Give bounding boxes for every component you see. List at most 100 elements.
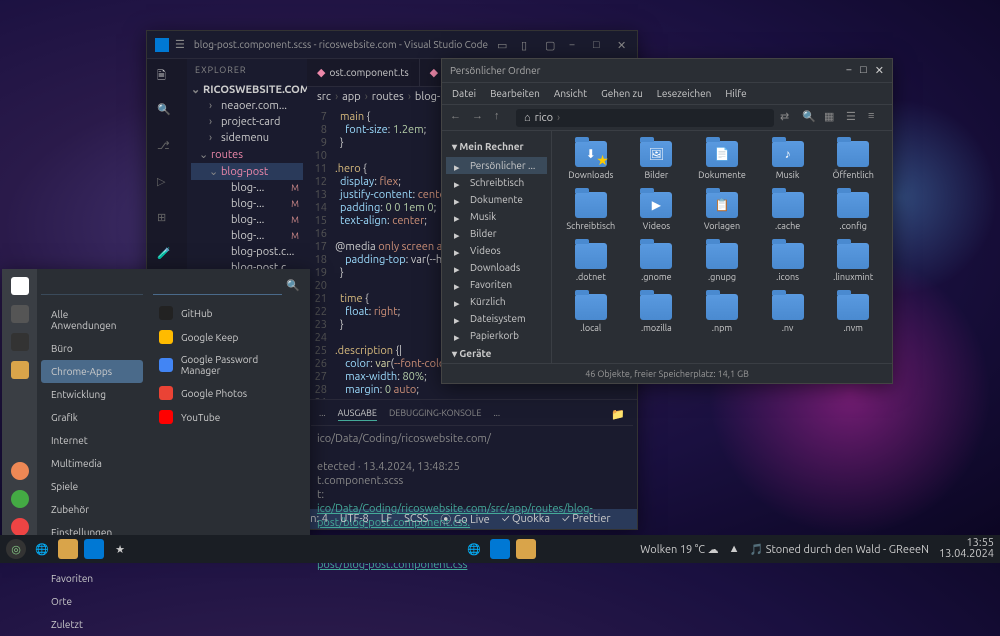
terminal-icon[interactable]: [11, 333, 29, 351]
sidebar-section[interactable]: ▾ Mein Rechner: [446, 137, 547, 157]
folder-item[interactable]: 🖼Bilder: [628, 141, 686, 180]
test-icon[interactable]: 🧪: [157, 247, 177, 267]
search-icon[interactable]: 🔍: [157, 103, 177, 123]
chrome-icon[interactable]: 🌐: [32, 539, 52, 559]
list-view-icon[interactable]: ☰: [846, 110, 862, 126]
breadcrumb-item[interactable]: app: [342, 91, 361, 103]
vscode-icon[interactable]: [84, 539, 104, 559]
folder-item[interactable]: .nvm: [824, 294, 882, 333]
folder-item[interactable]: .icons: [759, 243, 817, 282]
search-icon[interactable]: 🔍: [802, 110, 818, 126]
terminal-tab[interactable]: DEBUGGING-KONSOLE: [389, 408, 482, 421]
go-live[interactable]: ⦿ Go Live: [440, 511, 489, 527]
folder-item[interactable]: Schreibtisch: [562, 192, 620, 231]
mint-menu-icon[interactable]: ◎: [6, 539, 26, 559]
sidebar-section[interactable]: ▾ Geräte: [446, 344, 547, 363]
debug-icon[interactable]: ▷: [157, 175, 177, 195]
sidebar-item[interactable]: ▸Kürzlich: [446, 293, 547, 310]
tree-item[interactable]: blog-...M: [191, 196, 303, 212]
tray-icon[interactable]: ▲: [729, 543, 740, 555]
tree-item[interactable]: blog-...M: [191, 212, 303, 228]
category-item[interactable]: Orte: [41, 590, 143, 613]
sidebar-item[interactable]: ▸Persönlicher ...: [446, 157, 547, 174]
maximize-icon[interactable]: □: [593, 39, 605, 51]
prettier[interactable]: ✓ Prettier: [562, 513, 611, 525]
app-item[interactable]: Google Photos: [153, 381, 304, 405]
terminal-tab[interactable]: ...: [319, 408, 326, 421]
folder-item[interactable]: 📄Dokumente: [693, 141, 751, 180]
tree-item[interactable]: blog-...M: [191, 180, 303, 196]
toggle-icon[interactable]: ⇄: [780, 110, 796, 126]
menu-item[interactable]: Bearbeiten: [490, 88, 540, 99]
search-icon[interactable]: 🔍: [282, 279, 304, 292]
app-item[interactable]: Google Keep: [153, 325, 304, 349]
terminal-tab[interactable]: ...: [493, 408, 500, 421]
forward-icon[interactable]: →: [472, 110, 488, 126]
lock-icon[interactable]: [11, 462, 29, 480]
category-item[interactable]: Chrome-Apps: [41, 360, 143, 383]
encoding[interactable]: UTF-8: [340, 513, 369, 525]
layout-icon[interactable]: ▭: [497, 39, 509, 51]
tree-item[interactable]: blog-post.c...: [191, 244, 303, 260]
hamburger-icon[interactable]: ☰: [175, 38, 185, 51]
breadcrumb-item[interactable]: routes: [372, 91, 404, 103]
files-icon[interactable]: 🗎: [157, 67, 177, 87]
layout-icon[interactable]: ▢: [545, 39, 557, 51]
eol[interactable]: LF: [381, 513, 392, 525]
sidebar-item[interactable]: ▸Schreibtisch: [446, 174, 547, 191]
close-icon[interactable]: ✕: [875, 64, 884, 77]
tree-item[interactable]: blog-...M: [191, 228, 303, 244]
power-icon[interactable]: [11, 518, 29, 536]
category-item[interactable]: Grafik: [41, 406, 143, 429]
tree-item[interactable]: ›sidemenu: [191, 130, 303, 146]
git-icon[interactable]: ⎇: [157, 139, 177, 159]
chrome-task-icon[interactable]: 🌐: [464, 539, 484, 559]
folder-icon[interactable]: 📁: [611, 408, 625, 421]
app-icon[interactable]: [11, 277, 29, 295]
folder-grid[interactable]: ⬇★Downloads🖼Bilder📄Dokumente♪MusikÖffent…: [552, 131, 892, 363]
minimize-icon[interactable]: −: [569, 39, 581, 51]
sidebar-item[interactable]: ▸Favoriten: [446, 276, 547, 293]
menu-item[interactable]: Datei: [452, 88, 476, 99]
star-icon[interactable]: ★: [110, 539, 130, 559]
category-item[interactable]: Zubehör: [41, 498, 143, 521]
app-item[interactable]: YouTube: [153, 405, 304, 429]
search-input[interactable]: [153, 275, 282, 295]
settings-icon[interactable]: [11, 305, 29, 323]
sidebar-item[interactable]: ▸Videos: [446, 242, 547, 259]
menu-item[interactable]: Lesezeichen: [657, 88, 712, 99]
category-item[interactable]: Büro: [41, 337, 143, 360]
tree-item[interactable]: ⌄routes: [191, 146, 303, 163]
folder-item[interactable]: .gnupg: [693, 243, 751, 282]
up-icon[interactable]: ↑: [494, 110, 510, 126]
fm-titlebar[interactable]: Persönlicher Ordner − □ ✕: [442, 59, 892, 83]
sidebar-item[interactable]: ▸Bilder: [446, 225, 547, 242]
sidebar-item[interactable]: ▸Musik: [446, 208, 547, 225]
layout-icon[interactable]: ▯: [521, 39, 533, 51]
breadcrumb-item[interactable]: src: [317, 91, 331, 103]
folder-item[interactable]: .config: [824, 192, 882, 231]
workspace-name[interactable]: ⌄RICOSWEBSITE.COM: [187, 81, 307, 98]
sidebar-item[interactable]: ▸Downloads: [446, 259, 547, 276]
sidebar-item[interactable]: ▸Dateisystem: [446, 310, 547, 327]
editor-tab[interactable]: ◆ost.component.ts: [307, 59, 420, 86]
category-item[interactable]: Favoriten: [41, 567, 143, 590]
maximize-icon[interactable]: □: [860, 64, 867, 77]
folder-item[interactable]: Öffentlich: [824, 141, 882, 180]
folder-item[interactable]: .dotnet: [562, 243, 620, 282]
language-mode[interactable]: SCSS: [404, 513, 428, 525]
category-item[interactable]: Zuletzt: [41, 613, 143, 636]
path-bar[interactable]: ⌂ rico ›: [516, 109, 774, 127]
app-item[interactable]: Google Password Manager: [153, 349, 304, 381]
folder-item[interactable]: .nv: [759, 294, 817, 333]
menu-item[interactable]: Ansicht: [554, 88, 587, 99]
vscode-task-icon[interactable]: [490, 539, 510, 559]
folder-item[interactable]: .mozilla: [628, 294, 686, 333]
sidebar-item[interactable]: ▸Papierkorb: [446, 327, 547, 344]
sidebar-item[interactable]: ▸Dokumente: [446, 191, 547, 208]
tree-item[interactable]: ›neaoer.com...: [191, 98, 303, 114]
category-item[interactable]: Internet: [41, 429, 143, 452]
app-item[interactable]: GitHub: [153, 301, 304, 325]
tree-item[interactable]: ⌄blog-post: [191, 163, 303, 180]
category-item[interactable]: Spiele: [41, 475, 143, 498]
